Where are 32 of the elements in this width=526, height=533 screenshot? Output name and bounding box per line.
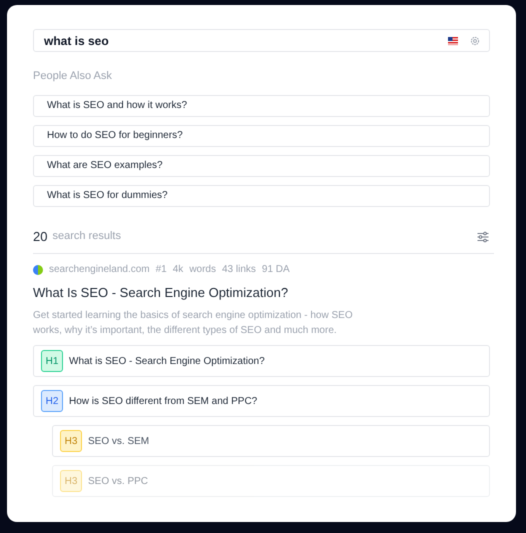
heading-item[interactable]: H2 How is SEO different from SEM and PPC? (33, 385, 490, 417)
heading-tag: H3 (60, 430, 82, 452)
question-item[interactable]: What are SEO examples? (33, 154, 490, 176)
question-item[interactable]: What is SEO for dummies? (33, 184, 490, 206)
result-description: Get started learning the basics of search engine optimization - how SEO works, why it’s important, the different types of SEO and much more. (33, 309, 354, 338)
heading-text: How is SEO different from SEM and PPC? (69, 394, 258, 408)
result-meta: 4k (172, 263, 184, 277)
result-meta: searchengineland.com (49, 263, 150, 277)
search-field[interactable]: what is seo (33, 29, 490, 52)
section-title: People Also Ask (33, 69, 113, 84)
result-title[interactable]: What Is SEO - Search Engine Optimization? (33, 282, 490, 302)
result-meta: 91 DA (262, 263, 290, 277)
flag-icon (448, 36, 458, 44)
search-query: what is seo (44, 32, 110, 50)
heading-item[interactable]: H1 What is SEO - Search Engine Optimization? (33, 345, 490, 377)
heading-tag: H1 (41, 350, 63, 372)
heading-tag: H3 (60, 470, 82, 492)
result-meta: words (189, 263, 216, 277)
settings-icon[interactable] (470, 36, 480, 46)
result-meta: #1 (156, 263, 167, 277)
heading-item[interactable]: H3 SEO vs. SEM (52, 425, 490, 457)
question-item[interactable]: What is SEO and how it works? (33, 94, 490, 116)
heading-text: SEO vs. SEM (88, 434, 150, 448)
question-item[interactable]: How to do SEO for beginners? (33, 124, 490, 146)
heading-text: What is SEO - Search Engine Optimization? (69, 354, 265, 368)
result-count-label: search results (52, 229, 122, 244)
result-meta: 43 links (222, 263, 256, 277)
filter-icon[interactable] (477, 230, 489, 242)
site-favicon-icon (33, 264, 43, 274)
heading-text: SEO vs. PPC (88, 474, 148, 488)
heading-tag: H2 (41, 390, 63, 412)
result-count: 20 (33, 228, 48, 246)
